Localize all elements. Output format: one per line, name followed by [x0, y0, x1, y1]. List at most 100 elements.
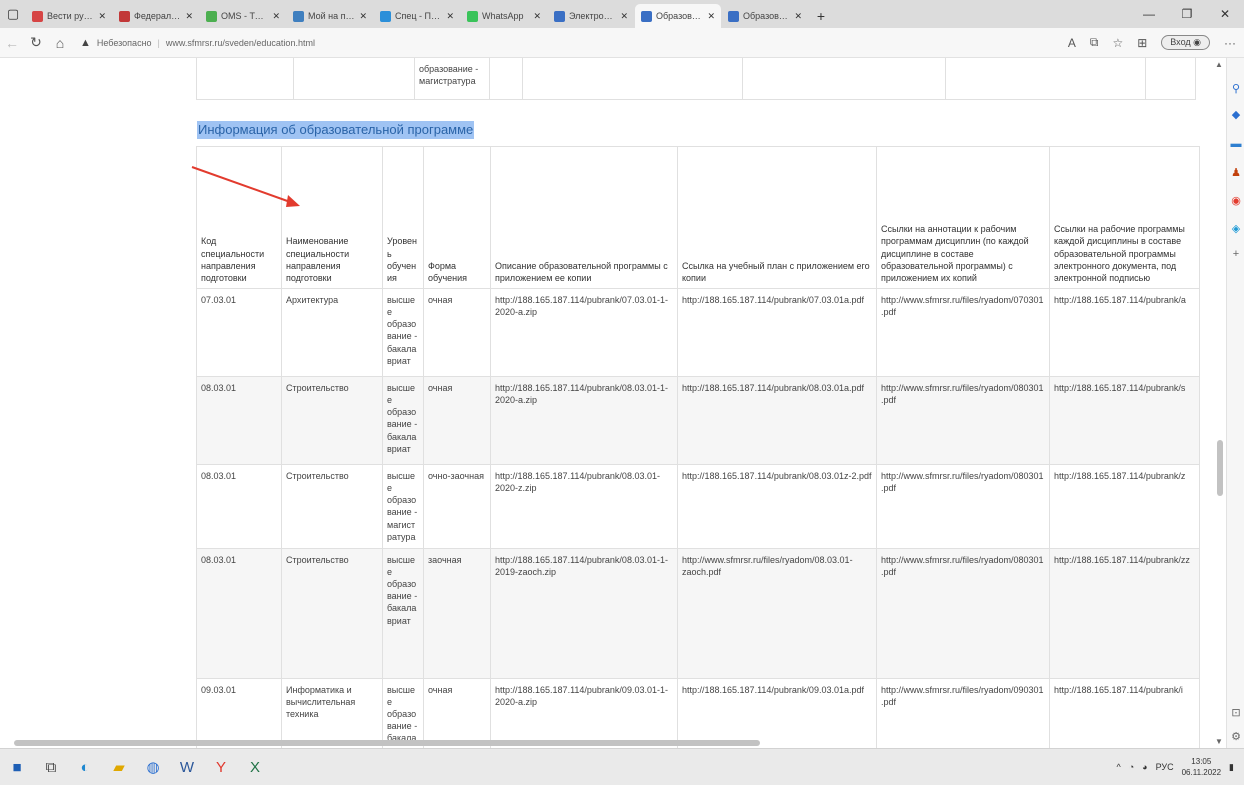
table-link[interactable]: http://188.165.187.114/pubrank/08.03.01-… [490, 376, 678, 465]
window-controls: — ❐ ✕ [1130, 0, 1244, 28]
table-row: 07.03.01 Архитектура высшее образование - … [196, 288, 1200, 377]
edge-icon[interactable]: ◐ [68, 749, 102, 786]
profile-button[interactable]: Вход ◉ [1161, 35, 1210, 50]
url-field[interactable]: ▲ Небезопасно | www.sfmrsr.ru/sveden/edu… [80, 37, 315, 49]
tab-title: Мой на почта… [308, 11, 355, 21]
vertical-scroll-thumb[interactable] [1217, 440, 1223, 496]
browser-tab[interactable]: Электронная… ✕ [548, 4, 634, 28]
close-window-icon[interactable]: ✕ [1206, 0, 1244, 28]
collections-icon[interactable]: ⊞ [1137, 36, 1147, 50]
close-tab-icon[interactable]: ✕ [185, 11, 193, 22]
excel-icon[interactable]: X [238, 749, 272, 786]
browser-tab[interactable]: Образование ✕ [722, 4, 808, 28]
table-cell: Строительство [281, 464, 383, 549]
table-cell: Строительство [281, 376, 383, 465]
table-row: 08.03.01 Строительство высшее образование … [196, 376, 1200, 465]
word-icon[interactable]: W [170, 749, 204, 786]
tab-favicon-icon [206, 10, 217, 22]
table-link[interactable]: http://www.sfmrsr.ru/files/ryadom/080301… [876, 464, 1050, 549]
close-tab-icon[interactable]: ✕ [794, 11, 802, 22]
shopping-icon[interactable]: ◆ [1229, 108, 1243, 121]
previous-table: образование - магистратура [196, 58, 1196, 100]
browser-tab[interactable]: OMS - Табли… ✕ [200, 4, 286, 28]
table-link[interactable]: http://188.165.187.114/pubrank/a [1049, 288, 1200, 377]
table-link[interactable]: http://www.sfmrsr.ru/files/ryadom/070301… [876, 288, 1050, 377]
table-link[interactable]: http://188.165.187.114/pubrank/s [1049, 376, 1200, 465]
language-indicator[interactable]: РУС [1156, 762, 1174, 772]
scroll-up-icon[interactable]: ▲ [1215, 60, 1223, 69]
table-link[interactable]: http://188.165.187.114/pubrank/07.03.01a… [677, 288, 877, 377]
clock[interactable]: 13:05 06.11.2022 [1182, 756, 1221, 778]
horizontal-scrollbar[interactable] [0, 736, 1226, 748]
outlook-icon[interactable]: ◈ [1229, 222, 1243, 235]
toolbar-actions: A ⧉ ☆ ⊞ Вход ◉ ··· [1068, 35, 1244, 50]
office-icon[interactable]: ◉ [1229, 194, 1243, 207]
start-icon[interactable]: ■ [0, 749, 34, 786]
browser-icon[interactable]: ◍ [136, 749, 170, 786]
refresh-icon[interactable]: ↻ [24, 34, 48, 51]
url-separator: | [157, 37, 160, 48]
table-cell: 08.03.01 [196, 547, 282, 679]
table-link[interactable]: http://188.165.187.114/pubrank/z [1049, 464, 1200, 549]
browser-tab[interactable]: Образование ✕ [635, 4, 721, 28]
close-tab-icon[interactable]: ✕ [359, 11, 367, 22]
close-tab-icon[interactable]: ✕ [707, 11, 715, 22]
explorer-icon[interactable]: ▰ [102, 749, 136, 786]
games-icon[interactable]: ♟ [1229, 166, 1243, 179]
task-view-icon[interactable]: ⧉ [34, 749, 68, 786]
more-icon[interactable]: ··· [1224, 36, 1236, 50]
maximize-icon[interactable]: ❐ [1168, 0, 1206, 28]
back-icon[interactable]: ← [0, 35, 24, 51]
browser-tab[interactable]: WhatsApp ✕ [461, 4, 547, 28]
add-icon[interactable]: + [1229, 248, 1243, 260]
favorites-icon[interactable]: ☆ [1112, 36, 1123, 50]
table-link[interactable]: http://www.sfmrsr.ru/files/ryadom/08.03.… [677, 547, 877, 679]
tools-icon[interactable]: ▬ [1229, 138, 1243, 150]
search-icon[interactable]: ⚲ [1229, 82, 1243, 95]
close-tab-icon[interactable]: ✕ [98, 11, 106, 22]
column-header: Описание образовательной программы с при… [490, 146, 678, 289]
table-link[interactable]: http://www.sfmrsr.ru/files/ryadom/080301… [876, 547, 1050, 679]
read-aloud-icon[interactable]: A [1068, 36, 1076, 50]
volume-icon[interactable]: ◕ [1142, 762, 1147, 772]
table-cell: 07.03.01 [196, 288, 282, 377]
browser-tab[interactable]: Федераль… ✕ [113, 4, 199, 28]
browser-tab[interactable]: Мой на почта… ✕ [287, 4, 373, 28]
sidebar-toggle-icon[interactable]: ⊡ [1229, 706, 1243, 719]
home-icon[interactable]: ⌂ [48, 35, 72, 51]
table-cell: высшее образование - бакалавриат [382, 288, 424, 377]
tab-title: WhatsApp [482, 11, 524, 21]
browser-tab[interactable]: Спец - Почта… ✕ [374, 4, 460, 28]
table-link[interactable]: http://188.165.187.114/pubrank/07.03.01-… [490, 288, 678, 377]
notifications-icon[interactable]: ▮ [1229, 762, 1234, 773]
table-link[interactable]: http://188.165.187.114/pubrank/08.03.01z… [677, 464, 877, 549]
new-tab-button[interactable]: + [809, 4, 833, 28]
table-link[interactable]: http://188.165.187.114/pubrank/zz [1049, 547, 1200, 679]
close-tab-icon[interactable]: ✕ [272, 11, 280, 22]
table-row: образование - магистратура [196, 58, 1196, 100]
table-cell: высшее образование - бакалавриат [382, 547, 424, 679]
close-tab-icon[interactable]: ✕ [533, 11, 541, 22]
vertical-scrollbar[interactable]: ▲ ▼ [1214, 58, 1224, 748]
tab-actions-icon[interactable]: ▢ [0, 0, 26, 28]
tray-chevron-icon[interactable]: ^ [1116, 762, 1120, 772]
settings-icon[interactable]: ⚙ [1229, 730, 1243, 743]
minimize-icon[interactable]: — [1130, 0, 1168, 28]
table-link[interactable]: http://188.165.187.114/pubrank/08.03.01a… [677, 376, 877, 465]
extensions-icon[interactable]: ⧉ [1090, 35, 1099, 50]
close-tab-icon[interactable]: ✕ [620, 11, 628, 22]
table-link[interactable]: http://www.sfmrsr.ru/files/ryadom/080301… [876, 376, 1050, 465]
table-cell [945, 58, 1146, 100]
clock-date: 06.11.2022 [1181, 768, 1222, 777]
browser-tab[interactable]: Вести ру — Ро…✕ [26, 4, 112, 28]
network-icon[interactable]: ◔ [1129, 762, 1134, 772]
table-cell: 08.03.01 [196, 376, 282, 465]
close-tab-icon[interactable]: ✕ [446, 11, 454, 22]
tab-title: OMS - Табли… [221, 11, 268, 21]
table-link[interactable]: http://188.165.187.114/pubrank/08.03.01-… [490, 464, 678, 549]
table-cell: Строительство [281, 547, 383, 679]
yandex-icon[interactable]: Y [204, 749, 238, 786]
table-cell: Архитектура [281, 288, 383, 377]
horizontal-scroll-thumb[interactable] [14, 740, 760, 746]
table-link[interactable]: http://188.165.187.114/pubrank/08.03.01-… [490, 547, 678, 679]
